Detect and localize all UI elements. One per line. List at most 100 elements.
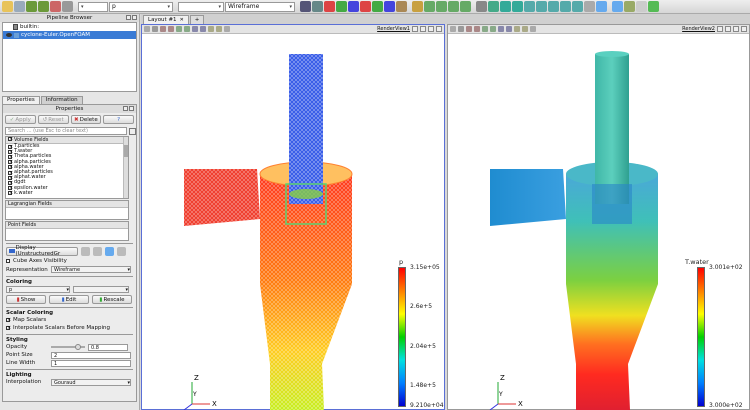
clear-selection-icon[interactable] xyxy=(530,26,536,32)
shrink-selection-icon[interactable] xyxy=(522,26,528,32)
active-variable-combo[interactable]: p ▾ xyxy=(109,1,173,12)
select-block-icon[interactable] xyxy=(184,26,190,32)
tab-properties[interactable]: Properties xyxy=(2,96,40,104)
select-frustum-icon[interactable] xyxy=(176,26,182,32)
grow-selection-icon[interactable] xyxy=(208,26,214,32)
close-icon[interactable] xyxy=(132,15,137,20)
view-2d-icon[interactable] xyxy=(450,26,456,32)
add-layout-tab[interactable]: + xyxy=(189,15,205,24)
select-block-icon[interactable] xyxy=(490,26,496,32)
camera-neg-y-icon[interactable] xyxy=(372,1,383,12)
split-horizontal-icon[interactable] xyxy=(412,26,418,32)
pan-icon[interactable] xyxy=(436,1,447,12)
camera-y-icon[interactable] xyxy=(336,1,347,12)
interpolate-scalars-row[interactable]: Interpolate Scalars Before Mapping xyxy=(3,324,136,332)
calculator-icon[interactable] xyxy=(476,1,487,12)
reset-camera-icon[interactable] xyxy=(300,1,311,12)
eye-icon[interactable] xyxy=(6,33,12,37)
field-checkbox[interactable] xyxy=(8,190,13,196)
select-points-icon[interactable] xyxy=(168,26,174,32)
stream-icon[interactable] xyxy=(560,1,571,12)
cube-axes-checkbox[interactable] xyxy=(6,258,10,263)
point-size-field[interactable]: 2 xyxy=(51,351,131,359)
close-icon[interactable] xyxy=(741,26,747,32)
pipeline-item-builtin[interactable]: builtin: xyxy=(3,23,136,31)
zoom-icon[interactable] xyxy=(448,1,459,12)
select-cells-icon[interactable] xyxy=(160,26,166,32)
select-frustum-icon[interactable] xyxy=(482,26,488,32)
select-points-icon[interactable] xyxy=(474,26,480,32)
threshold-icon[interactable] xyxy=(524,1,535,12)
zoom-data-icon[interactable] xyxy=(312,1,323,12)
split-vertical-icon[interactable] xyxy=(725,26,731,32)
opacity-field[interactable]: 0.8 xyxy=(88,343,128,351)
lagrangian-fields-list[interactable]: Lagrangian Fields xyxy=(5,200,129,220)
interactive-select-icon[interactable] xyxy=(498,26,504,32)
view-2d-icon[interactable] xyxy=(144,26,150,32)
float-icon[interactable] xyxy=(123,106,128,111)
interpolate-scalars-checkbox[interactable] xyxy=(6,325,11,331)
representation-select[interactable]: Wireframe ▾ xyxy=(51,266,131,273)
map-scalars-checkbox[interactable] xyxy=(6,317,11,323)
list-item[interactable]: k.water xyxy=(6,190,128,196)
rotate-icon[interactable] xyxy=(396,1,407,12)
tab-information[interactable]: Information xyxy=(40,96,83,104)
delete-button[interactable]: ✖ Delete xyxy=(70,115,102,124)
color-legend-bar[interactable] xyxy=(398,267,406,407)
representation-combo[interactable]: Wireframe ▾ xyxy=(225,1,295,12)
save-icon[interactable] xyxy=(105,246,114,256)
close-icon[interactable]: ✕ xyxy=(180,16,184,24)
tab-layout-1[interactable]: Layout #1 ✕ xyxy=(143,15,189,24)
render-view-1[interactable]: RenderView1 Z X Y p 3.15e+05 2.6e+5 2.04… xyxy=(141,24,445,410)
extract-icon[interactable] xyxy=(536,1,547,12)
maximize-icon[interactable] xyxy=(733,26,739,32)
grow-selection-icon[interactable] xyxy=(514,26,520,32)
redo-icon[interactable] xyxy=(38,1,49,12)
screenshot-icon[interactable] xyxy=(152,26,158,32)
copy-icon[interactable] xyxy=(81,246,90,256)
coloring-component-select[interactable]: ▾ xyxy=(73,286,129,293)
split-horizontal-icon[interactable] xyxy=(717,26,723,32)
refresh-icon[interactable] xyxy=(117,246,126,256)
point-fields-list[interactable]: Point Fields xyxy=(5,221,129,241)
coloring-select[interactable]: p ▾ xyxy=(6,286,70,293)
select-cells-icon[interactable] xyxy=(466,26,472,32)
apply-button[interactable]: ✓ Apply xyxy=(5,115,36,124)
gear-icon[interactable] xyxy=(129,128,136,135)
edit-colormap-button[interactable]: ▮ Edit xyxy=(49,295,89,304)
hover-icon[interactable] xyxy=(200,26,206,32)
screenshot-icon[interactable] xyxy=(612,1,623,12)
undo-icon[interactable] xyxy=(26,1,37,12)
scrollbar[interactable] xyxy=(123,137,128,198)
screenshot-icon[interactable] xyxy=(458,26,464,32)
glyph-icon[interactable] xyxy=(548,1,559,12)
map-scalars-row[interactable]: Map Scalars xyxy=(3,316,136,324)
connect-icon[interactable] xyxy=(50,1,61,12)
camera-z-icon[interactable] xyxy=(348,1,359,12)
maximize-icon[interactable] xyxy=(428,26,434,32)
render-view-2[interactable]: RenderView2 Z X Y T.water 3.001e+02 3.00… xyxy=(447,24,750,410)
hover-icon[interactable] xyxy=(506,26,512,32)
opacity-slider-handle[interactable] xyxy=(75,344,82,350)
color-map-icon[interactable] xyxy=(648,1,659,12)
clear-selection-icon[interactable] xyxy=(224,26,230,32)
extract-level-icon[interactable] xyxy=(596,1,607,12)
close-icon[interactable] xyxy=(436,26,442,32)
close-icon[interactable] xyxy=(129,106,134,111)
components-combo[interactable]: ▾ xyxy=(178,1,224,12)
disconnect-icon[interactable] xyxy=(62,1,73,12)
variable-selector-icon[interactable]: ▾ xyxy=(78,1,108,12)
reset-button[interactable]: ↺ Reset xyxy=(37,115,69,124)
select-icon[interactable] xyxy=(412,1,423,12)
save-icon[interactable] xyxy=(14,1,25,12)
volume-fields-list[interactable]: Volume Fields T.particlesT.waterTheta.pa… xyxy=(5,136,129,199)
contour-icon[interactable] xyxy=(488,1,499,12)
group-icon[interactable] xyxy=(584,1,595,12)
paste-icon[interactable] xyxy=(93,246,102,256)
interactive-select-icon[interactable] xyxy=(192,26,198,32)
split-vertical-icon[interactable] xyxy=(420,26,426,32)
search-input[interactable]: Search ... (use Esc to clear text) xyxy=(5,127,136,135)
warp-icon[interactable] xyxy=(572,1,583,12)
shrink-selection-icon[interactable] xyxy=(216,26,222,32)
animation-icon[interactable] xyxy=(624,1,635,12)
